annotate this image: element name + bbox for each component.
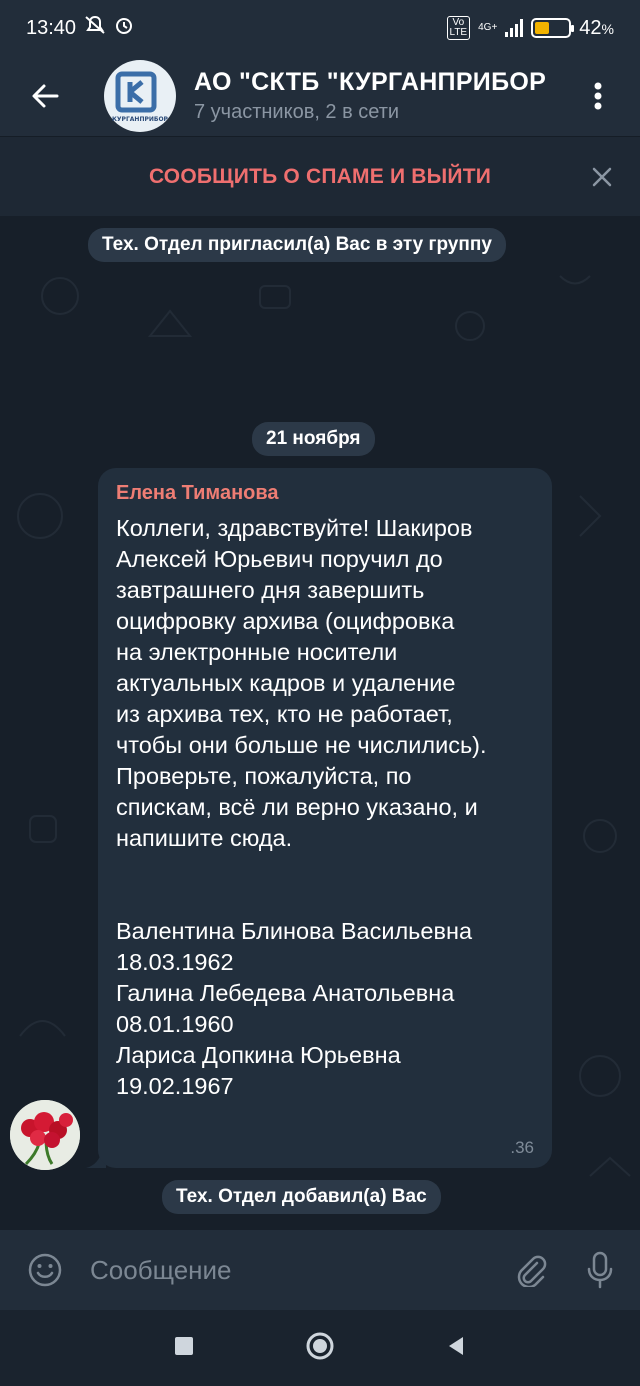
voice-message-button[interactable]: [560, 1251, 640, 1289]
group-logo: КУРГАНПРИБОР: [112, 71, 169, 123]
message-time: .36: [510, 1138, 534, 1157]
message-sender[interactable]: Елена Тиманова: [116, 482, 534, 505]
chat-subtitle: 7 участников, 2 в сети: [194, 101, 400, 123]
close-icon: [592, 167, 612, 187]
back-button[interactable]: [0, 56, 90, 136]
chat-title: АО "СКТБ "КУРГАНПРИБОР: [194, 68, 547, 96]
back-nav-button[interactable]: [445, 1335, 467, 1362]
status-bar: 13:40 Vo LTE 4G+ 42%: [0, 0, 640, 56]
service-message-invite: Тех. Отдел пригласил(а) Вас в эту группу: [88, 228, 506, 262]
alarm-icon: [114, 15, 134, 41]
chat-area[interactable]: Тех. Отдел пригласил(а) Вас в эту группу…: [0, 216, 640, 1230]
mute-icon: [84, 15, 106, 41]
roses-avatar-icon: [10, 1100, 80, 1170]
report-spam-button[interactable]: СООБЩИТЬ О СПАМЕ И ВЫЙТИ: [149, 165, 491, 189]
group-avatar[interactable]: КУРГАНПРИБОР: [104, 60, 176, 132]
close-spam-bar-button[interactable]: [584, 159, 620, 195]
attach-button[interactable]: [500, 1253, 560, 1287]
menu-button[interactable]: [578, 76, 618, 116]
message-composer: Сообщение: [0, 1230, 640, 1310]
microphone-icon: [587, 1251, 613, 1289]
message-text: Коллеги, здравствуйте! Шакиров Алексей Ю…: [116, 515, 487, 1099]
battery-percent: 42%: [579, 16, 614, 39]
back-triangle-icon: [449, 1336, 463, 1355]
message-input[interactable]: Сообщение: [90, 1255, 500, 1286]
emoji-button[interactable]: [0, 1252, 90, 1288]
service-message-added: Тех. Отдел добавил(а) Вас: [162, 1180, 441, 1214]
chat-header: КУРГАНПРИБОР АО "СКТБ "КУРГАНПРИБОР 7 уч…: [0, 56, 640, 136]
home-button[interactable]: [305, 1331, 335, 1366]
more-vertical-icon: [594, 82, 602, 110]
status-time: 13:40: [26, 16, 77, 39]
sender-avatar[interactable]: [10, 1100, 80, 1170]
network-type: 4G+: [478, 22, 498, 33]
message-bubble[interactable]: Елена Тиманова Коллеги, здравствуйте! Ша…: [98, 468, 552, 1168]
arrow-left-icon: [32, 84, 59, 108]
avatar-caption: КУРГАНПРИБОР: [112, 116, 169, 123]
chat-title-block[interactable]: АО "СКТБ "КУРГАНПРИБОР 7 участников, 2 в…: [194, 68, 564, 124]
emoji-icon: [28, 1253, 62, 1287]
home-icon: [306, 1332, 334, 1359]
report-spam-bar: СООБЩИТЬ О СПАМЕ И ВЫЙТИ: [0, 136, 640, 216]
recents-icon: [175, 1336, 193, 1355]
system-navigation-bar: [0, 1310, 640, 1386]
date-separator: 21 ноября: [252, 422, 375, 456]
paperclip-icon: [517, 1255, 547, 1287]
signal-icon: [505, 19, 524, 37]
volte-icon: Vo LTE: [446, 16, 471, 40]
battery-icon: [531, 18, 575, 38]
recents-button[interactable]: [173, 1335, 195, 1362]
